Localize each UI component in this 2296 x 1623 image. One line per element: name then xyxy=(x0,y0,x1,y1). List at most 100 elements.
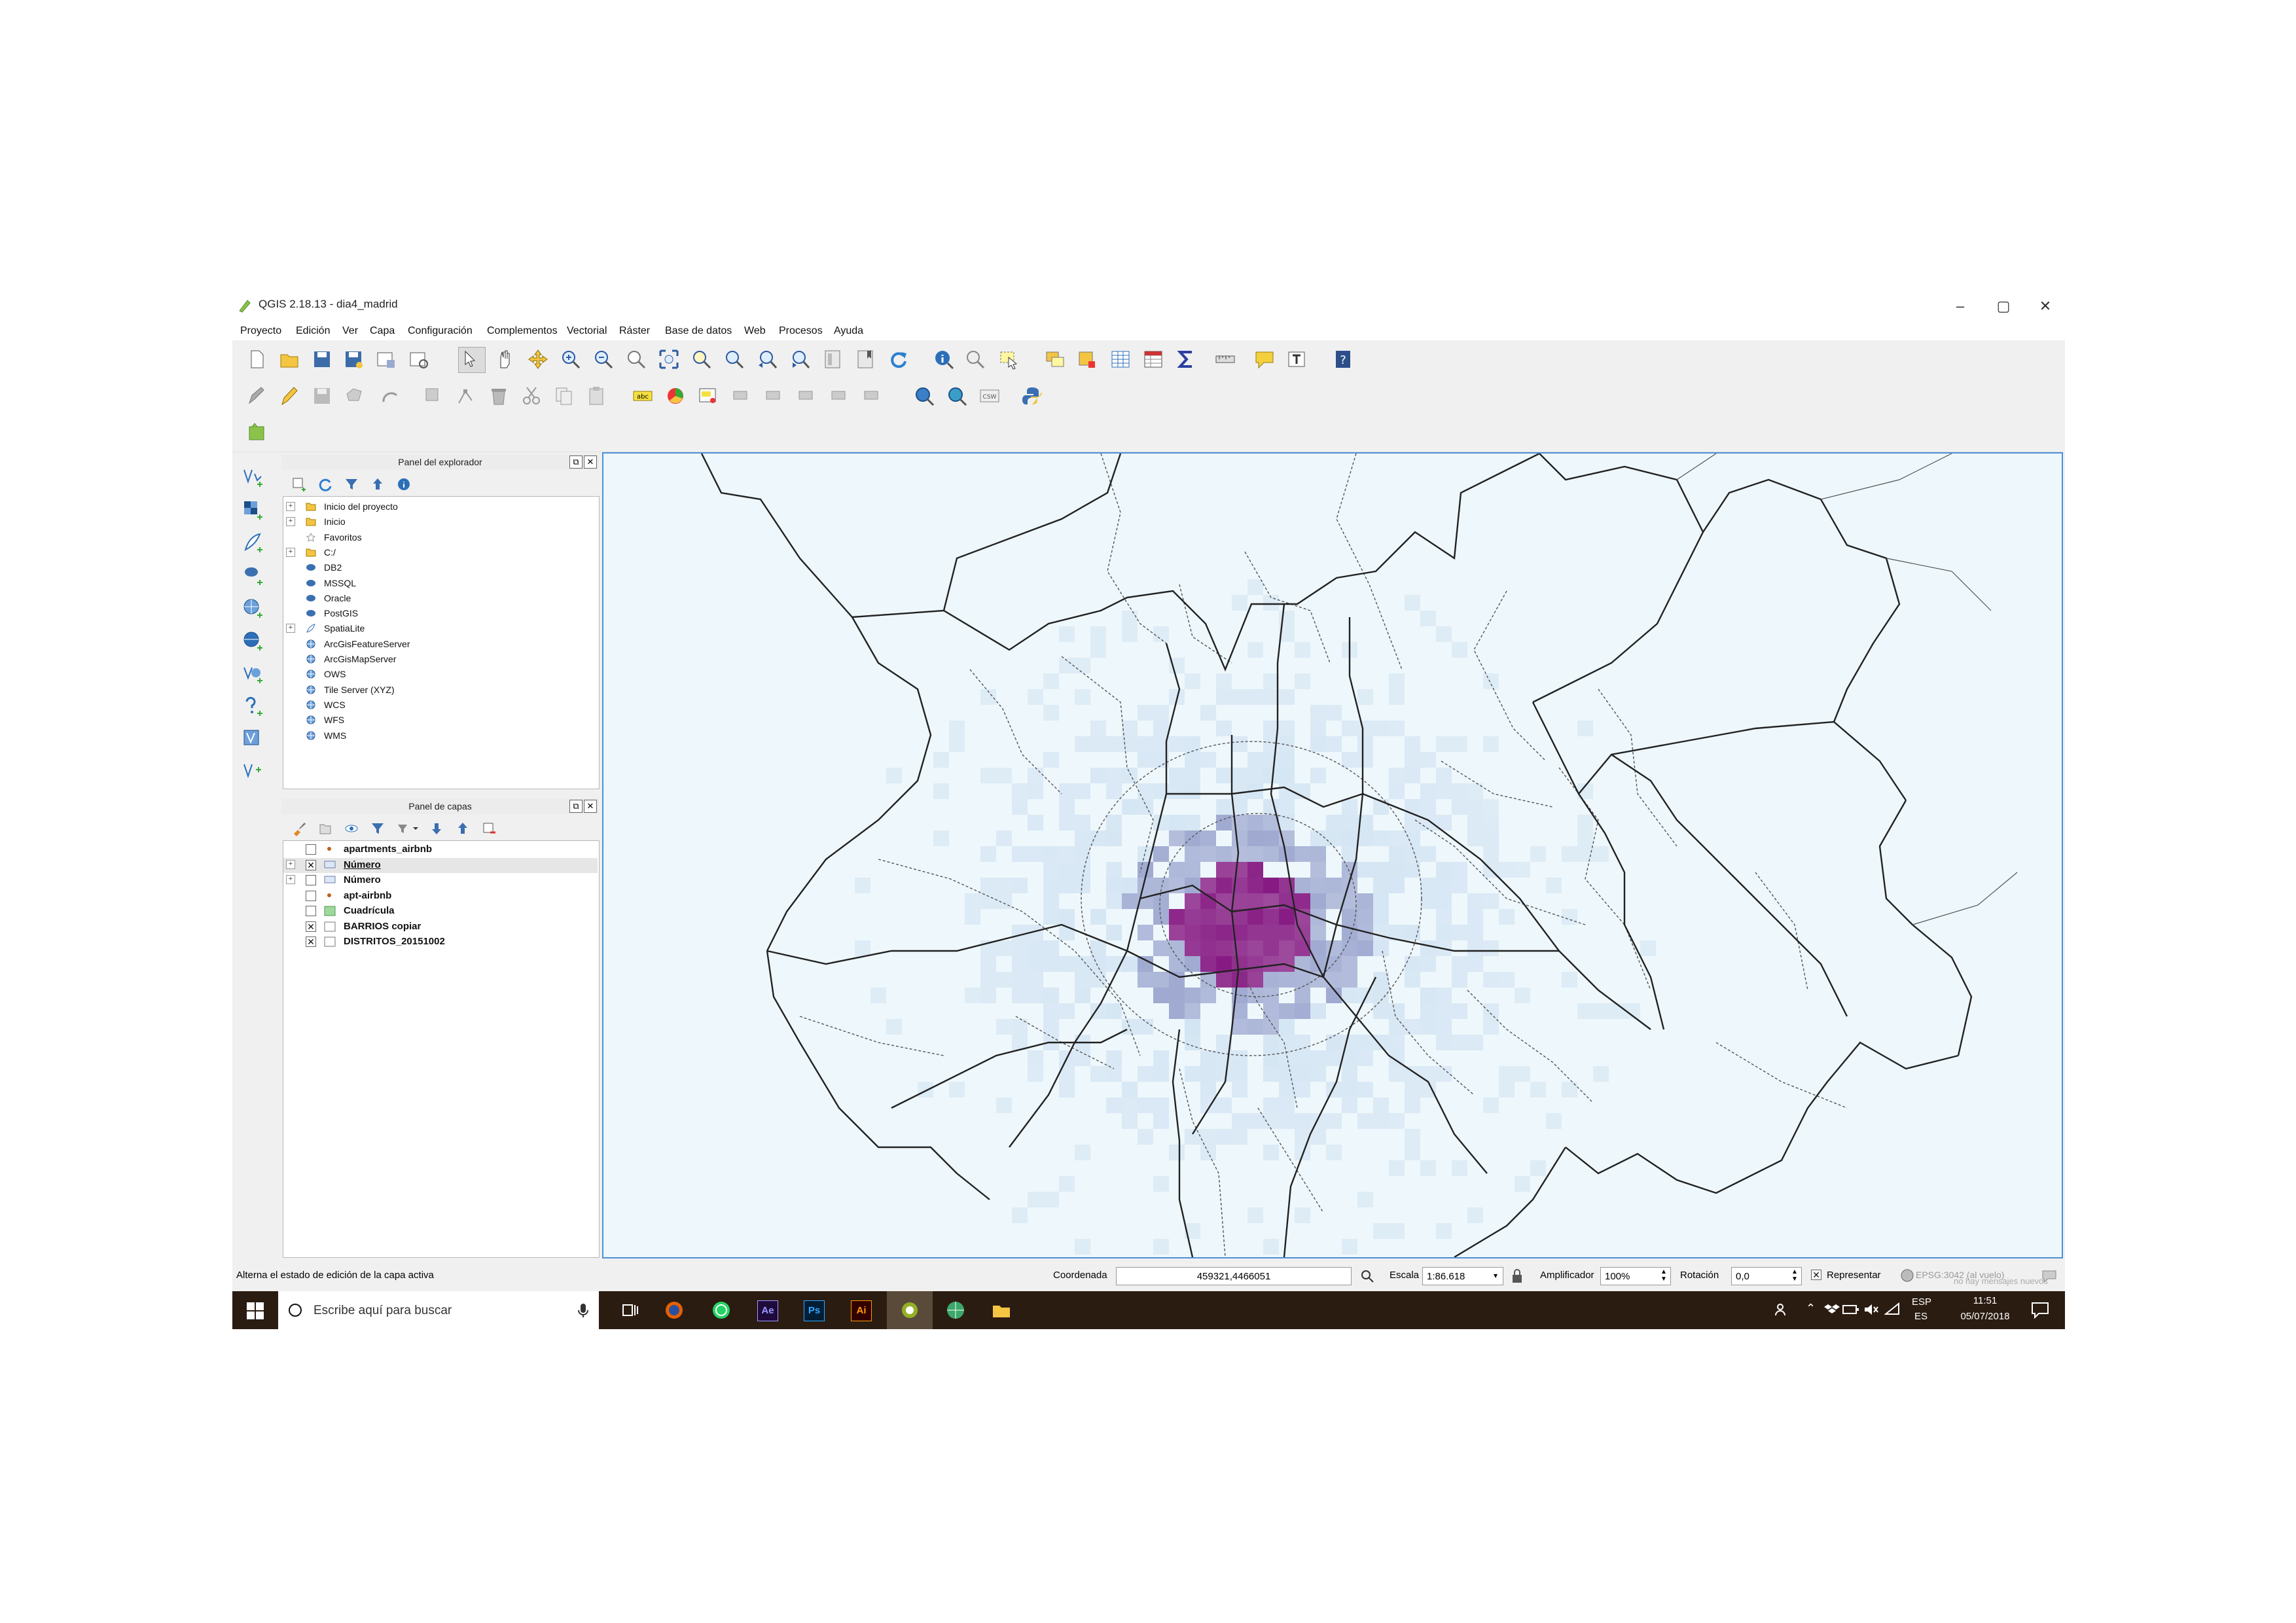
manage-visibility-icon[interactable] xyxy=(344,821,359,836)
statistical-summary-icon[interactable] xyxy=(1175,348,1197,370)
scale-dropdown-icon[interactable]: ▾ xyxy=(1494,1271,1498,1280)
expand-icon[interactable]: + xyxy=(286,547,295,557)
copy-features-icon[interactable] xyxy=(553,385,575,407)
notifications-icon[interactable] xyxy=(2031,1302,2049,1319)
rotation-spin-icon[interactable]: ▲ ▼ xyxy=(1791,1268,1798,1283)
wifi-icon[interactable] xyxy=(1884,1302,1900,1317)
layer-row[interactable]: + ✕ Número xyxy=(283,857,598,873)
windows-start-icon[interactable] xyxy=(247,1302,264,1319)
menu-complementos[interactable]: Complementos xyxy=(487,325,558,337)
dropbox-icon[interactable] xyxy=(1824,1302,1840,1317)
add-delimited-text-icon[interactable] xyxy=(242,695,264,717)
layer-row[interactable]: apartments_airbnb xyxy=(283,842,598,857)
layer-row[interactable]: apt-airbnb xyxy=(283,889,598,904)
map-tips-icon[interactable] xyxy=(821,348,844,370)
touch-zoom-pan-icon[interactable] xyxy=(458,347,486,373)
zoom-full-icon[interactable] xyxy=(658,348,680,370)
illustrator-icon[interactable]: Ai xyxy=(851,1300,872,1321)
expand-icon[interactable]: + xyxy=(286,502,295,511)
add-virtual-layer-icon[interactable] xyxy=(242,728,264,750)
toggle-editing-icon[interactable] xyxy=(278,385,300,407)
layer-visibility-checkbox[interactable] xyxy=(306,875,316,885)
layer-visibility-checkbox[interactable] xyxy=(306,890,316,901)
layer-row[interactable]: ✕ DISTRITOS_20151002 xyxy=(283,935,598,950)
scale-field[interactable]: 1:86.618 xyxy=(1422,1267,1503,1285)
expand-icon[interactable]: + xyxy=(286,517,295,527)
menu-ver[interactable]: Ver xyxy=(342,325,358,337)
qgis-taskbar-button[interactable] xyxy=(887,1291,933,1329)
add-feature-icon[interactable] xyxy=(344,385,366,407)
refresh-icon[interactable] xyxy=(887,348,909,370)
measure-zoom-icon[interactable] xyxy=(964,348,986,370)
select-value-icon[interactable] xyxy=(1044,348,1066,370)
map-canvas[interactable] xyxy=(602,452,2063,1258)
language-top[interactable]: ESP xyxy=(1912,1296,1931,1308)
expand-all-icon[interactable] xyxy=(429,821,444,836)
layer-row[interactable]: Cuadrícula xyxy=(283,904,598,919)
add-wms-layer-icon[interactable] xyxy=(242,597,264,619)
menu-web[interactable]: Web xyxy=(744,325,766,337)
menu-proyecto[interactable]: Proyecto xyxy=(240,325,281,337)
select-features-icon[interactable] xyxy=(998,348,1020,370)
open-project-icon[interactable] xyxy=(278,348,300,370)
zoom-next-icon[interactable] xyxy=(789,348,811,370)
expand-icon[interactable]: + xyxy=(286,875,295,884)
show-hide-labels-icon[interactable] xyxy=(730,385,752,407)
photoshop-icon[interactable]: Ps xyxy=(804,1300,825,1321)
add-vector-layer-icon[interactable] xyxy=(242,466,264,488)
layer-visibility-checkbox[interactable] xyxy=(306,844,316,855)
metasearch-icon[interactable] xyxy=(913,385,935,407)
paste-features-icon[interactable] xyxy=(586,385,608,407)
add-spatialite-layer-icon[interactable] xyxy=(242,531,264,554)
close-panel-icon[interactable]: ✕ xyxy=(584,455,597,469)
menu-configuracion[interactable]: Configuración xyxy=(408,325,473,337)
speaker-muted-icon[interactable] xyxy=(1863,1302,1879,1317)
help-icon[interactable]: ? xyxy=(1332,348,1354,370)
field-calculator-icon[interactable] xyxy=(1142,348,1164,370)
maximize-button[interactable]: ▢ xyxy=(1984,294,2023,318)
pan-map-icon[interactable] xyxy=(494,348,516,370)
globe-app-icon[interactable] xyxy=(946,1300,965,1320)
firefox-icon[interactable] xyxy=(664,1300,684,1320)
tray-chevron-icon[interactable]: ⌃ xyxy=(1806,1302,1816,1315)
filter-expression-icon[interactable] xyxy=(396,821,420,836)
float-layers-panel-icon[interactable]: ⧉ xyxy=(569,800,583,813)
refresh-browser-icon[interactable] xyxy=(317,476,333,492)
close-layers-panel-icon[interactable]: ✕ xyxy=(584,800,597,813)
coordinate-field[interactable]: 459321,4466051 xyxy=(1116,1267,1352,1285)
label-tool-icon[interactable]: abc xyxy=(632,385,654,407)
layer-styling-icon[interactable] xyxy=(664,385,687,407)
new-project-icon[interactable] xyxy=(245,348,268,370)
layer-visibility-checkbox[interactable]: ✕ xyxy=(306,859,316,870)
new-bookmark-icon[interactable] xyxy=(854,348,876,370)
highlight-label-icon[interactable] xyxy=(861,385,883,407)
add-raster-layer-icon[interactable] xyxy=(242,499,264,521)
layer-visibility-checkbox[interactable]: ✕ xyxy=(306,936,316,947)
menu-base-de-datos[interactable]: Base de datos xyxy=(665,325,732,337)
pin-labels-icon[interactable] xyxy=(697,385,719,407)
styling-brush-icon[interactable] xyxy=(291,821,307,836)
menu-procesos[interactable]: Procesos xyxy=(779,325,823,337)
filter-legend-icon[interactable] xyxy=(370,821,386,836)
node-tool-icon[interactable] xyxy=(455,385,477,407)
plugin-icon[interactable] xyxy=(245,421,268,444)
save-edits-icon[interactable] xyxy=(311,385,333,407)
identify-icon[interactable] xyxy=(933,348,955,370)
menu-raster[interactable]: Ráster xyxy=(619,325,650,337)
magnifier-spin-icon[interactable]: ▲ ▼ xyxy=(1660,1268,1667,1283)
collapse-all-layers-icon[interactable] xyxy=(455,821,471,836)
add-wfs-layer-icon[interactable] xyxy=(242,662,264,685)
lock-scale-icon[interactable] xyxy=(1510,1268,1524,1284)
composer-manager-icon[interactable] xyxy=(408,348,430,370)
zoom-selection-icon[interactable] xyxy=(691,348,713,370)
add-group-icon[interactable] xyxy=(317,821,333,836)
whatsapp-icon[interactable] xyxy=(711,1300,731,1320)
zoom-in-icon[interactable] xyxy=(560,348,582,370)
new-shapefile-icon[interactable] xyxy=(242,760,264,783)
layer-row[interactable]: + Número xyxy=(283,873,598,888)
menu-capa[interactable]: Capa xyxy=(370,325,395,337)
menu-ayuda[interactable]: Ayuda xyxy=(834,325,863,337)
expand-icon[interactable]: + xyxy=(286,624,295,633)
layer-row[interactable]: ✕ BARRIOS copiar xyxy=(283,919,598,935)
collapse-all-icon[interactable] xyxy=(370,476,386,492)
